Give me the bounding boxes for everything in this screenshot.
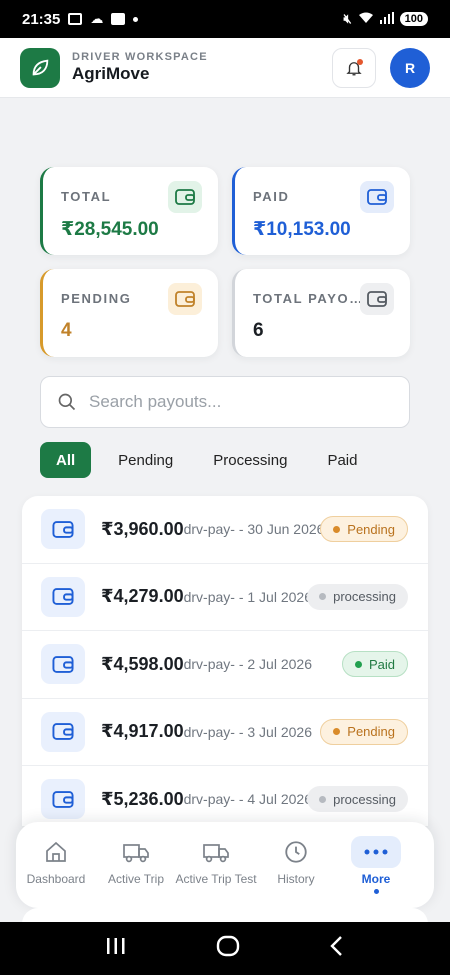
filter-pending[interactable]: Pending: [105, 442, 186, 478]
stat-card-pending: PENDING 4: [40, 269, 218, 357]
stat-label: TOTAL: [61, 189, 112, 204]
more-icon: [351, 836, 401, 868]
signal-icon: [379, 11, 394, 27]
nav-label: Active Trip Test: [175, 872, 257, 886]
system-nav-bar: [0, 922, 450, 975]
payout-amount: ₹4,917.00: [101, 721, 184, 742]
brand: DRIVER WORKSPACE AgriMove: [72, 51, 208, 84]
truck-icon: [202, 836, 230, 868]
nav-label: Dashboard: [26, 872, 86, 886]
nav-active-trip-test[interactable]: Active Trip Test: [175, 836, 257, 886]
status-badge: Paid: [341, 651, 408, 677]
status-time: 21:35: [22, 10, 61, 28]
search-input[interactable]: [89, 392, 369, 412]
stat-label: TOTAL PAYOUTS: [253, 291, 363, 306]
payout-meta: drv-pay- - 3 Jul 2026: [183, 723, 312, 740]
app-header: DRIVER WORKSPACE AgriMove R: [0, 38, 450, 98]
active-indicator: [373, 889, 379, 894]
nav-label: Active Trip: [107, 872, 164, 886]
status-badge: Pending: [320, 718, 408, 745]
wallet-icon: [168, 181, 202, 213]
stat-value: ₹10,153.00: [253, 219, 351, 240]
notification-badge: [357, 58, 363, 65]
clock-icon: [283, 836, 309, 868]
stat-card-total: TOTAL ₹28,545.00: [40, 167, 218, 255]
stat-card-total-payouts: TOTAL PAYOUTS 6: [232, 269, 410, 357]
stat-card-paid: PAID ₹10,153.00: [232, 167, 410, 255]
payout-row[interactable]: ₹3,960.00 drv-pay- - 30 Jun 2026 Pending: [22, 496, 428, 564]
brand-title: AgriMove: [72, 64, 150, 83]
wallet-icon: [360, 181, 394, 213]
payout-meta: drv-pay- - 4 Jul 2026: [183, 791, 312, 808]
wallet-icon: [41, 509, 85, 550]
nav-label: More: [361, 872, 391, 886]
wallet-icon: [360, 283, 394, 315]
payout-amount: ₹3,960.00: [101, 518, 184, 539]
payout-meta: drv-pay- - 30 Jun 2026: [183, 521, 325, 538]
nav-more[interactable]: More: [336, 836, 416, 894]
search-box: [40, 376, 410, 428]
payout-row[interactable]: ₹4,279.00 drv-pay- - 1 Jul 2026 processi…: [22, 564, 428, 631]
bottom-nav: Dashboard Active Trip Active Trip Test H…: [16, 822, 434, 908]
mute-icon: 🔇︎: [343, 11, 352, 26]
check-icon: [111, 13, 126, 25]
wallet-icon: [168, 283, 202, 315]
payout-meta: drv-pay- - 2 Jul 2026: [183, 656, 312, 673]
payout-meta: drv-pay- - 1 Jul 2026: [183, 588, 312, 605]
filter-tabs: All Pending Processing Paid: [40, 442, 384, 478]
filter-all[interactable]: All: [40, 442, 92, 478]
payout-amount: ₹4,279.00: [101, 586, 184, 607]
wallet-icon: [41, 644, 85, 685]
payout-row[interactable]: ₹5,236.00 drv-pay- - 4 Jul 2026 processi…: [22, 766, 428, 826]
wallet-icon: [41, 576, 85, 617]
stat-value: 4: [61, 320, 72, 341]
nav-active-trip[interactable]: Active Trip: [96, 836, 176, 886]
filter-processing[interactable]: Processing: [200, 442, 300, 478]
screenshot-icon: [68, 13, 83, 25]
payout-amount: ₹4,598.00: [101, 653, 184, 674]
notification-dot-icon: [133, 16, 139, 22]
back-button[interactable]: [329, 935, 345, 962]
payout-row[interactable]: ₹4,917.00 drv-pay- - 3 Jul 2026 Pending: [22, 699, 428, 766]
avatar[interactable]: R: [390, 47, 430, 88]
status-badge: Pending: [320, 516, 408, 542]
nav-label: History: [277, 872, 315, 886]
brand-subtitle: DRIVER WORKSPACE: [72, 51, 208, 63]
filter-paid[interactable]: Paid: [314, 442, 370, 478]
wallet-icon: [41, 711, 85, 752]
nav-dashboard[interactable]: Dashboard: [16, 836, 96, 886]
battery-indicator: 100: [399, 12, 428, 26]
status-badge: processing: [307, 786, 408, 812]
truck-icon: [122, 836, 150, 868]
wifi-icon: [358, 12, 374, 27]
status-bar: 21:35 ☁ 🔇︎ 100: [0, 0, 450, 38]
payout-row[interactable]: ₹4,598.00 drv-pay- - 2 Jul 2026 Paid: [22, 631, 428, 699]
stat-label: PENDING: [61, 291, 132, 306]
stat-value: 6: [253, 320, 264, 341]
cloud-icon: ☁: [90, 11, 104, 26]
status-badge: processing: [307, 583, 408, 610]
payout-list: ₹3,960.00 drv-pay- - 30 Jun 2026 Pending…: [22, 496, 428, 826]
leaf-icon[interactable]: [20, 47, 60, 88]
stat-label: PAID: [253, 189, 290, 204]
home-button[interactable]: [216, 935, 240, 962]
search-icon: [58, 393, 76, 411]
stat-value: ₹28,545.00: [61, 219, 159, 240]
home-icon: [44, 836, 68, 868]
wallet-icon: [41, 779, 85, 820]
nav-history[interactable]: History: [256, 836, 336, 886]
notifications-button[interactable]: [332, 47, 376, 88]
payout-amount: ₹5,236.00: [101, 788, 184, 809]
recent-apps-button[interactable]: [105, 936, 127, 961]
